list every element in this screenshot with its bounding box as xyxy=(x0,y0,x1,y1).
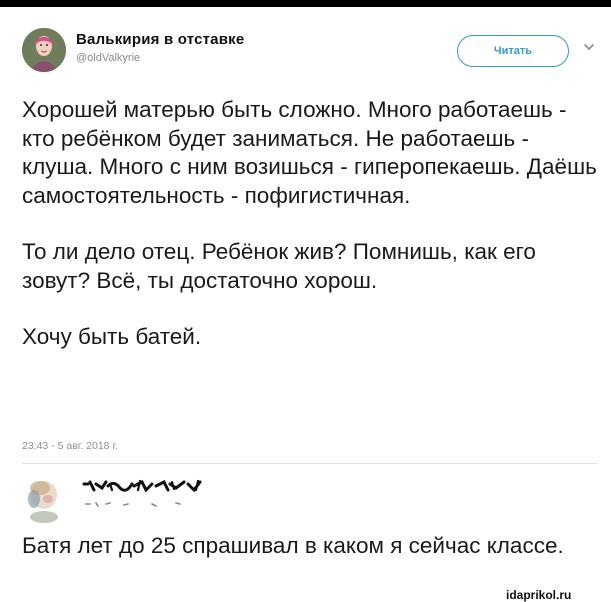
tweet-paragraph: Хорошей матерью быть сложно. Много работ… xyxy=(22,97,597,208)
tweet-text: Хорошей матерью быть сложно. Много работ… xyxy=(22,96,597,352)
tweet-header: Валькирия в отставке @oldValkyrie Читать xyxy=(14,24,604,80)
author-avatar[interactable] xyxy=(22,28,66,72)
author-handle[interactable]: @oldValkyrie xyxy=(76,52,140,64)
reply-text: Батя лет до 25 спрашивал в каком я сейча… xyxy=(22,533,564,558)
chevron-down-icon[interactable] xyxy=(582,40,596,54)
scribbled-username-icon xyxy=(80,476,220,514)
author-display-name[interactable]: Валькирия в отставке xyxy=(76,31,244,48)
divider xyxy=(22,463,597,464)
reply-avatar[interactable] xyxy=(20,473,70,523)
tweet-paragraph: Хочу быть батей. xyxy=(22,324,202,349)
follow-button[interactable]: Читать xyxy=(457,35,569,67)
blurred-avatar-photo-icon xyxy=(20,473,70,523)
author-avatar-photo-icon xyxy=(22,28,66,72)
top-edge-bar xyxy=(0,0,611,7)
tweet-timestamp[interactable]: 23:43 - 5 авг. 2018 г. xyxy=(22,440,118,452)
tweet-paragraph: То ли дело отец. Ребёнок жив? Помнишь, к… xyxy=(22,239,536,293)
